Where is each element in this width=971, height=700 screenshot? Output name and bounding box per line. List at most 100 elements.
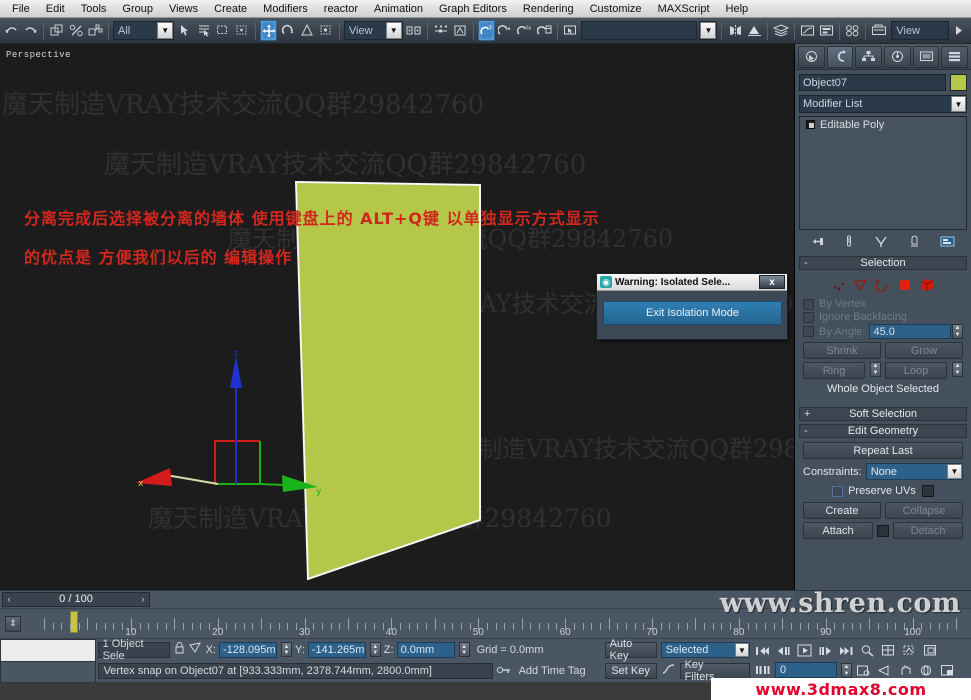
remove-modifier-icon[interactable]: [908, 235, 921, 251]
menu-item-graph-editors[interactable]: Graph Editors: [431, 1, 515, 17]
menu-item-maxscript[interactable]: MAXScript: [650, 1, 718, 17]
soft-selection-rollout-header[interactable]: + Soft Selection: [799, 407, 967, 421]
curve-editor-icon[interactable]: [799, 20, 816, 41]
unlink-selection-icon[interactable]: [68, 20, 85, 41]
constraints-combo[interactable]: None ▼: [866, 463, 963, 480]
named-selection-field[interactable]: [581, 21, 697, 40]
select-and-rotate-icon[interactable]: [279, 20, 296, 41]
previous-frame-icon[interactable]: [775, 642, 793, 659]
undo-icon[interactable]: [3, 20, 20, 41]
polygon-icon[interactable]: [898, 277, 913, 292]
maxscript-mini-listener[interactable]: [0, 639, 96, 683]
menu-item-animation[interactable]: Animation: [366, 1, 431, 17]
next-frame-icon[interactable]: [817, 642, 835, 659]
absolute-relative-transform-icon[interactable]: [189, 642, 203, 657]
menu-item-group[interactable]: Group: [114, 1, 161, 17]
rectangular-selection-region-icon[interactable]: [215, 20, 232, 41]
hierarchy-tab[interactable]: [855, 46, 882, 68]
loop-button[interactable]: Loop: [885, 362, 947, 379]
window-crossing-icon[interactable]: [234, 20, 251, 41]
percent-snap-icon[interactable]: %: [516, 20, 533, 41]
named-selection-sets-icon[interactable]: [536, 20, 553, 41]
ring-button[interactable]: Ring: [803, 362, 865, 379]
exit-isolation-mode-button[interactable]: Exit Isolation Mode: [603, 301, 782, 325]
show-end-result-icon[interactable]: [844, 235, 854, 251]
pan-icon[interactable]: [897, 662, 915, 679]
time-configuration-icon[interactable]: [855, 662, 873, 679]
play-animation-icon[interactable]: [796, 642, 814, 659]
attach-button[interactable]: Attach: [803, 522, 873, 539]
attach-settings-icon[interactable]: [877, 525, 889, 537]
frame-spinner[interactable]: ▲▼: [841, 663, 852, 678]
schematic-view-icon[interactable]: [818, 20, 835, 41]
key-toggle-icon[interactable]: [496, 663, 512, 680]
by-vertex-row[interactable]: By Vertex: [803, 298, 963, 310]
vertex-icon[interactable]: [832, 277, 847, 292]
menu-item-create[interactable]: Create: [206, 1, 255, 17]
time-slider-track[interactable]: 0 / 100 ‹ ›: [0, 591, 795, 609]
menu-item-reactor[interactable]: reactor: [316, 1, 366, 17]
by-angle-value[interactable]: 45.0: [869, 324, 951, 339]
material-editor-icon[interactable]: [844, 20, 861, 41]
pin-stack-icon[interactable]: [811, 235, 825, 251]
create-tab[interactable]: [798, 46, 825, 68]
listener-output-pane[interactable]: [0, 639, 96, 662]
by-angle-row[interactable]: By Angle: 45.0 ▲▼: [803, 324, 963, 339]
select-and-move-icon[interactable]: [260, 20, 277, 41]
preserve-uvs-settings-icon[interactable]: [922, 485, 934, 497]
set-key-button[interactable]: Set Key: [605, 663, 657, 679]
angle-snap-toggle-icon[interactable]: [452, 20, 469, 41]
select-object-icon[interactable]: [176, 20, 193, 41]
y-spinner[interactable]: ▲▼: [370, 642, 381, 657]
expand-expander[interactable]: +: [804, 408, 810, 420]
field-of-view-icon[interactable]: [876, 662, 894, 679]
modifier-stack[interactable]: Editable Poly: [799, 116, 967, 230]
previous-frame-arrow[interactable]: ‹: [2, 592, 16, 607]
spinner-snap-toggle-icon[interactable]: [497, 20, 514, 41]
key-filter-combo[interactable]: Selected ▼: [661, 642, 750, 658]
preserve-uvs-checkbox[interactable]: [832, 486, 843, 497]
chevron-down-icon[interactable]: ▼: [951, 96, 966, 112]
y-coordinate-field[interactable]: -141.265m: [308, 642, 366, 658]
menu-item-tools[interactable]: Tools: [73, 1, 115, 17]
track-bar[interactable]: ⇕ 102030405060708090100: [0, 608, 971, 638]
zoom-icon[interactable]: [859, 642, 877, 659]
redo-icon[interactable]: [22, 20, 39, 41]
align-icon[interactable]: [746, 20, 763, 41]
current-frame-field[interactable]: 0: [775, 662, 837, 678]
menu-item-rendering[interactable]: Rendering: [515, 1, 582, 17]
collapse-expander[interactable]: -: [804, 425, 808, 437]
menu-item-views[interactable]: Views: [161, 1, 206, 17]
auto-key-button[interactable]: Auto Key: [605, 642, 657, 658]
key-filters-button[interactable]: Key Filters...: [680, 663, 750, 679]
snaps-toggle-3d-icon[interactable]: [432, 20, 450, 41]
use-pivot-point-center-icon[interactable]: [318, 20, 335, 41]
zoom-all-icon[interactable]: [880, 642, 898, 659]
z-coordinate-field[interactable]: 0.0mm: [397, 642, 455, 658]
ring-spinner[interactable]: ▲▼: [870, 362, 881, 377]
mini-curve-editor-icon[interactable]: ⇕: [5, 616, 21, 632]
chevron-down-icon[interactable]: ▼: [386, 22, 402, 39]
modify-tab[interactable]: [827, 46, 854, 68]
render-view-combo[interactable]: View: [891, 21, 948, 40]
collapse-expander[interactable]: -: [804, 257, 808, 269]
zoom-extents-icon[interactable]: [901, 642, 919, 659]
border-icon[interactable]: [876, 277, 891, 292]
listener-input-pane[interactable]: [0, 662, 96, 684]
ignore-backfacing-row[interactable]: Ignore Backfacing: [803, 311, 963, 323]
selection-rollout-header[interactable]: - Selection: [799, 256, 967, 270]
selection-lock-toggle-icon[interactable]: [173, 641, 186, 658]
by-angle-spinner[interactable]: ▲▼: [952, 324, 963, 339]
time-slider-bar[interactable]: 0 / 100 ‹ ›: [0, 590, 971, 608]
open-mini-curve-editor-button[interactable]: ⇕: [0, 609, 26, 638]
menu-item-help[interactable]: Help: [718, 1, 757, 17]
select-and-scale-icon[interactable]: [298, 20, 315, 41]
render-setup-icon[interactable]: [870, 20, 888, 41]
display-tab[interactable]: [913, 46, 940, 68]
named-selection-dropdown[interactable]: ▼: [699, 21, 718, 40]
make-unique-icon[interactable]: [874, 235, 888, 251]
repeat-last-button[interactable]: Repeat Last: [803, 442, 963, 459]
layer-manager-icon[interactable]: [772, 20, 790, 41]
grow-button[interactable]: Grow: [885, 342, 963, 359]
loop-spinner[interactable]: ▲▼: [952, 362, 963, 377]
